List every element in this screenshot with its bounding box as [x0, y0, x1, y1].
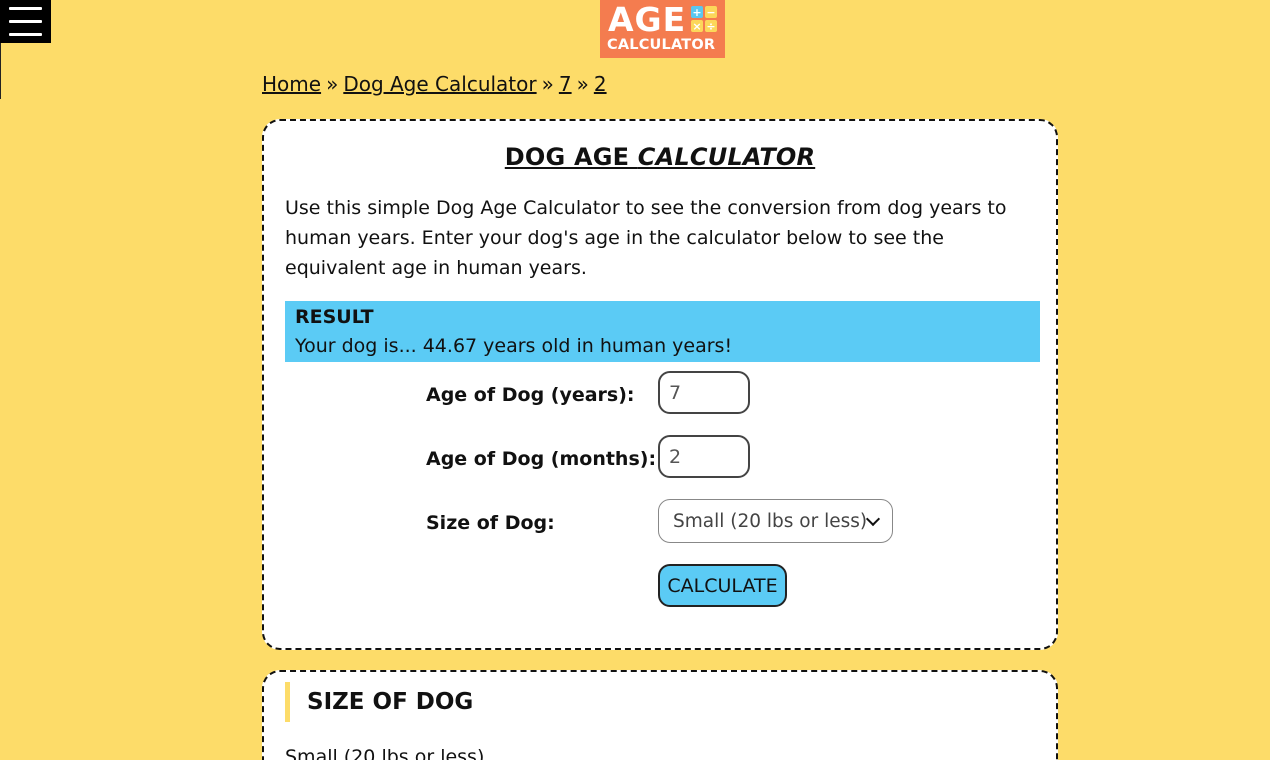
site-logo[interactable]: AGE + − × ÷ CALCULATOR — [600, 0, 725, 58]
breadcrumb-years-link[interactable]: 7 — [559, 72, 572, 96]
title-part-calculator: CALCULATOR — [637, 143, 816, 171]
breadcrumb-separator: » — [541, 72, 554, 96]
left-edge-divider — [0, 43, 1, 99]
size-of-dog-card: SIZE OF DOG Small (20 lbs or less) — [262, 670, 1058, 760]
breadcrumb: Home» Dog Age Calculator» 7» 2 — [262, 70, 607, 98]
result-label: RESULT — [295, 306, 374, 328]
plus-symbol: + — [691, 5, 703, 19]
logo-text-calculator: CALCULATOR — [607, 37, 716, 53]
hamburger-menu-icon[interactable] — [0, 0, 51, 43]
calculator-symbols-icon: + − × ÷ — [691, 6, 717, 32]
breadcrumb-separator: » — [576, 72, 589, 96]
calculator-card: DOG AGE CALCULATOR Use this simple Dog A… — [262, 119, 1058, 650]
menu-bar — [9, 7, 42, 10]
title-part-dog-age: DOG AGE — [504, 143, 638, 171]
result-text: Your dog is... 44.67 years old in human … — [295, 335, 733, 357]
divide-symbol: ÷ — [705, 19, 717, 33]
years-label: Age of Dog (years): — [426, 384, 635, 406]
breadcrumb-home-link[interactable]: Home — [262, 72, 321, 96]
menu-bar — [9, 33, 42, 36]
breadcrumb-dog-age-calculator-link[interactable]: Dog Age Calculator — [343, 72, 536, 96]
chevron-down-icon — [865, 511, 881, 527]
size-label: Size of Dog: — [426, 512, 555, 534]
months-input[interactable] — [658, 435, 750, 478]
years-input[interactable] — [658, 371, 750, 414]
page: AGE + − × ÷ CALCULATOR Home» Dog Age Calc… — [0, 0, 1270, 760]
breadcrumb-months-link[interactable]: 2 — [594, 72, 607, 96]
times-symbol: × — [691, 19, 703, 33]
size-list-item: Small (20 lbs or less) — [285, 746, 485, 760]
minus-symbol: − — [705, 5, 717, 19]
size-select[interactable]: Small (20 lbs or less) — [658, 499, 893, 543]
size-section-heading: SIZE OF DOG — [285, 682, 473, 722]
breadcrumb-separator: » — [326, 72, 339, 96]
intro-text: Use this simple Dog Age Calculator to se… — [285, 197, 1007, 279]
months-label: Age of Dog (months): — [426, 448, 657, 470]
menu-bar — [9, 20, 42, 23]
page-title: DOG AGE CALCULATOR — [264, 141, 1056, 173]
result-panel: RESULT Your dog is... 44.67 years old in… — [285, 301, 1040, 362]
size-select-value: Small (20 lbs or less) — [673, 510, 868, 532]
logo-text-age: AGE — [608, 0, 687, 39]
calculate-button[interactable]: CALCULATE — [658, 564, 787, 607]
